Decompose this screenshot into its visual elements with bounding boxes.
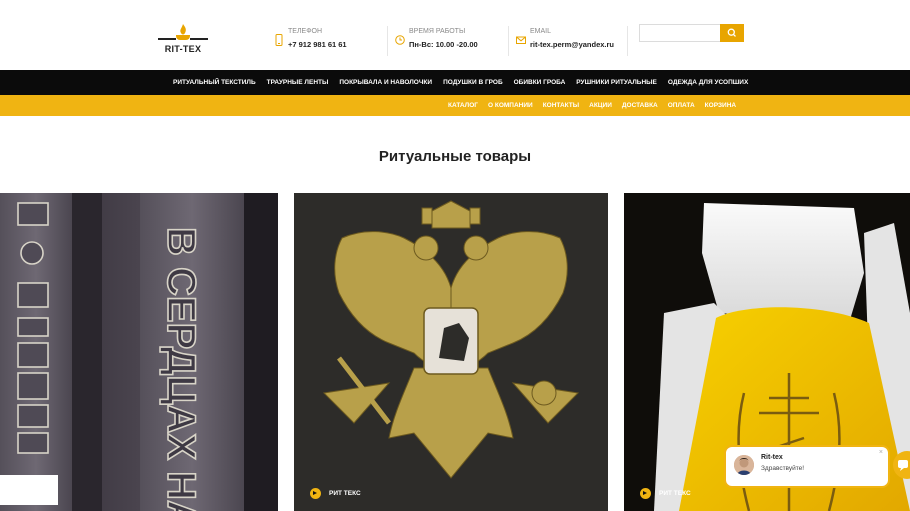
chat-button[interactable] [893, 451, 910, 479]
logo-cup [176, 35, 190, 40]
header-divider [387, 26, 388, 56]
card-caption[interactable]: РИТ ТЕКС [640, 488, 691, 499]
card-caption-text: РИТ ТЕКС [329, 490, 361, 497]
search-input[interactable] [639, 24, 721, 42]
email-value[interactable]: rit-tex.perm@yandex.ru [530, 40, 614, 49]
nav-item-burial-clothing[interactable]: ОДЕЖДА ДЛЯ УСОПШИХ [668, 70, 748, 95]
phone-label: ТЕЛЕФОН [288, 28, 323, 35]
product-card-ribbons[interactable]: В СЕРДЦАХ НА [0, 193, 278, 511]
chat-message: Здравствуйте! [761, 465, 805, 472]
nav-item-ritual-towels[interactable]: РУШНИКИ РИТУАЛЬНЫЕ [576, 70, 657, 95]
clock-icon [395, 35, 405, 45]
nav-item-mourning-ribbons[interactable]: ТРАУРНЫЕ ЛЕНТЫ [267, 70, 329, 95]
close-icon[interactable]: × [879, 449, 883, 456]
card-caption[interactable]: РИТ ТЕКС [310, 488, 361, 499]
nav-item-catalog[interactable]: КАТАЛОГ [448, 95, 478, 116]
nav-item-contacts[interactable]: КОНТАКТЫ [543, 95, 579, 116]
arrow-right-icon [310, 488, 321, 499]
logo[interactable]: RIT-TEX [156, 24, 210, 58]
overlay-box [0, 475, 58, 505]
nav-item-ritual-textile[interactable]: РИТУАЛЬНЫЙ ТЕКСТИЛЬ [173, 70, 256, 95]
nav-item-promotions[interactable]: АКЦИИ [589, 95, 612, 116]
envelope-icon [516, 36, 526, 44]
chat-agent-name: Rit-tex [761, 454, 783, 461]
email-label: EMAIL [530, 28, 552, 35]
arrow-right-icon [640, 488, 651, 499]
chat-icon [898, 460, 908, 471]
search-icon [727, 28, 736, 37]
header-divider [508, 26, 509, 56]
ribbons-image: В СЕРДЦАХ НА [0, 193, 278, 511]
nav-item-delivery[interactable]: ДОСТАВКА [622, 95, 658, 116]
header-divider [627, 26, 628, 56]
nav-item-coffin-pillows[interactable]: ПОДУШКИ В ГРОБ [443, 70, 503, 95]
nav-item-covers-pillowcases[interactable]: ПОКРЫВАЛА И НАВОЛОЧКИ [339, 70, 432, 95]
logo-divider-right [190, 38, 208, 40]
nav-item-about[interactable]: О КОМПАНИИ [488, 95, 533, 116]
phone-icon [275, 34, 283, 46]
hours-label: ВРЕМЯ РАБОТЫ [409, 28, 466, 35]
hours-value: Пн-Вс: 10.00 -20.00 [409, 40, 478, 49]
card-caption-text: РИТ ТЕКС [659, 490, 691, 497]
ribbon-text: В СЕРДЦАХ НА [159, 227, 203, 511]
main-nav: РИТУАЛЬНЫЙ ТЕКСТИЛЬ ТРАУРНЫЕ ЛЕНТЫ ПОКРЫ… [0, 70, 910, 95]
nav-item-payment[interactable]: ОПЛАТА [668, 95, 695, 116]
search-button[interactable] [720, 24, 744, 42]
nav-item-coffin-upholstery[interactable]: ОБИВКИ ГРОБА [514, 70, 566, 95]
chat-popup[interactable]: Rit-tex Здравствуйте! × [724, 445, 890, 488]
secondary-nav: КАТАЛОГ О КОМПАНИИ КОНТАКТЫ АКЦИИ ДОСТАВ… [0, 95, 910, 116]
product-card-coat-of-arms[interactable]: РИТ ТЕКС [294, 193, 608, 511]
logo-divider-left [158, 38, 176, 40]
site-header: RIT-TEX ТЕЛЕФОН +7 912 981 61 61 ВРЕМЯ Р… [0, 0, 910, 70]
nav-item-cart[interactable]: КОРЗИНА [705, 95, 736, 116]
search-form [639, 24, 744, 42]
logo-text: RIT-TEX [164, 44, 202, 54]
page-title: Ритуальные товары [378, 148, 532, 165]
avatar [734, 455, 754, 475]
phone-value[interactable]: +7 912 981 61 61 [288, 40, 347, 49]
coat-of-arms-image [294, 193, 608, 511]
